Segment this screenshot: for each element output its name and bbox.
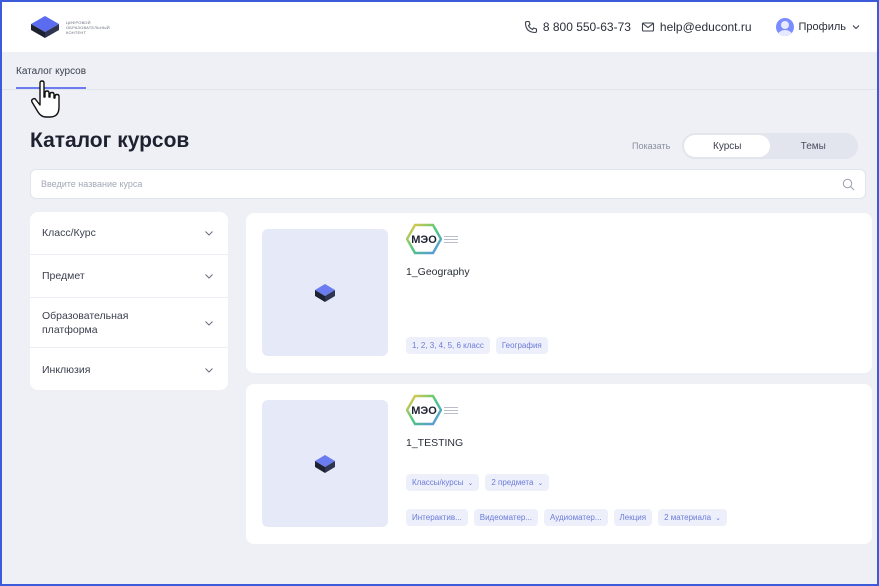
chevron-down-icon: ⌄ (537, 479, 544, 487)
phone-link[interactable]: 8 800 550-63-73 (524, 20, 631, 34)
tag-subject[interactable]: География (495, 337, 548, 354)
meo-logo-text: МЭО (411, 405, 437, 417)
meo-logo-lines (444, 406, 458, 414)
email-link[interactable]: help@educont.ru (641, 20, 752, 34)
search-icon[interactable] (842, 178, 855, 191)
tag-grades-dropdown[interactable]: Классы/курсы ⌄ (406, 474, 480, 491)
chevron-down-icon: ⌄ (715, 514, 721, 522)
logo-line: ОБРАЗОВАТЕЛЬНЫЙ (66, 24, 110, 30)
meo-logo-lines (444, 235, 458, 243)
chevron-down-icon: ⌄ (467, 479, 474, 487)
chevron-down-icon (205, 231, 213, 236)
logo-line: КОНТЕНТ (66, 29, 87, 35)
meo-logo-text: МЭО (411, 234, 437, 246)
chevron-down-icon (852, 25, 860, 30)
course-thumbnail[interactable] (262, 400, 388, 527)
filter-inclusion[interactable]: Инклюзия (30, 348, 228, 391)
tag-subjects-dropdown[interactable]: 2 предмета ⌄ (485, 474, 550, 491)
profile-menu[interactable]: Профиль (775, 18, 862, 36)
course-placeholder-icon (315, 283, 335, 302)
tag-material[interactable]: Аудиоматер... (544, 509, 608, 526)
chevron-down-icon (205, 274, 213, 279)
chevron-down-icon (205, 367, 213, 373)
course-card[interactable]: МЭО 1_TESTING Классы/курсы ⌄ 2 предмета … (246, 384, 872, 544)
breadcrumb-bar: Каталог курсов (2, 54, 877, 90)
filter-platform[interactable]: Образовательная платформа (30, 298, 228, 348)
logo[interactable]: ЦИФРОВОЙ ОБРАЗОВАТЕЛЬНЫЙ КОНТЕНТ (30, 15, 110, 39)
provider-logo: МЭО (406, 223, 458, 255)
course-title[interactable]: 1_Geography (406, 266, 470, 278)
filter-grade[interactable]: Класс/Курс (30, 212, 228, 255)
course-card[interactable]: МЭО 1_Geography 1, 2, 3, 4, 5, 6 класс Г… (246, 213, 872, 373)
filter-label: Инклюзия (42, 363, 91, 376)
course-tags: 1, 2, 3, 4, 5, 6 класс География (406, 337, 548, 354)
tag-label: Классы/курсы (412, 478, 464, 487)
course-material-tags: Интерактив... Видеоматер... Аудиоматер..… (406, 509, 727, 526)
view-toggle: Показать Курсы Темы (632, 133, 859, 159)
filter-label: Класс/Курс (42, 227, 96, 239)
avatar (775, 18, 794, 36)
tag-material[interactable]: Лекция (613, 509, 653, 526)
filter-label: Образовательная платформа (42, 309, 129, 336)
page-title: Каталог курсов (30, 129, 190, 152)
profile-label: Профиль (798, 21, 847, 33)
provider-logo: МЭО (406, 394, 458, 426)
logo-text: ЦИФРОВОЙ ОБРАЗОВАТЕЛЬНЫЙ КОНТЕНТ (66, 20, 110, 35)
phone-icon (524, 20, 537, 34)
mail-icon (641, 22, 654, 32)
meo-logo-icon: МЭО (406, 394, 442, 426)
tag-material[interactable]: Интерактив... (406, 509, 468, 526)
toggle-courses[interactable]: Курсы (684, 135, 771, 157)
filter-label: Предмет (42, 270, 85, 282)
tag-label: 2 предмета (491, 478, 534, 487)
filters-panel: Класс/Курс Предмет Образовательная платф… (30, 212, 228, 390)
filter-subject[interactable]: Предмет (30, 255, 228, 298)
meo-logo-icon: МЭО (406, 223, 442, 255)
logo-mark-icon (31, 16, 59, 38)
search-bar (30, 169, 866, 199)
toggle-topics[interactable]: Темы (770, 135, 856, 157)
header: ЦИФРОВОЙ ОБРАЗОВАТЕЛЬНЫЙ КОНТЕНТ 8 800 5… (2, 2, 877, 52)
tag-materials-dropdown[interactable]: 2 материала ⌄ (658, 509, 727, 526)
course-title[interactable]: 1_TESTING (406, 437, 463, 449)
phone-number: 8 800 550-63-73 (542, 20, 631, 34)
view-toggle-label: Показать (632, 141, 671, 151)
chevron-down-icon (205, 320, 213, 326)
view-toggle-switch: Курсы Темы (682, 133, 859, 159)
app-window: ЦИФРОВОЙ ОБРАЗОВАТЕЛЬНЫЙ КОНТЕНТ 8 800 5… (2, 2, 877, 584)
tag-grade[interactable]: 1, 2, 3, 4, 5, 6 класс (406, 337, 490, 354)
tag-label: 2 материала (664, 513, 712, 522)
course-tags: Классы/курсы ⌄ 2 предмета ⌄ (406, 474, 550, 491)
tag-material[interactable]: Видеоматер... (473, 509, 539, 526)
email-address: help@educont.ru (659, 20, 752, 34)
search-input[interactable] (41, 179, 842, 189)
course-thumbnail[interactable] (262, 229, 388, 356)
header-contacts: 8 800 550-63-73 help@educont.ru Профиль (524, 18, 861, 36)
course-placeholder-icon (315, 454, 335, 473)
hand-pointer-icon (30, 80, 60, 118)
